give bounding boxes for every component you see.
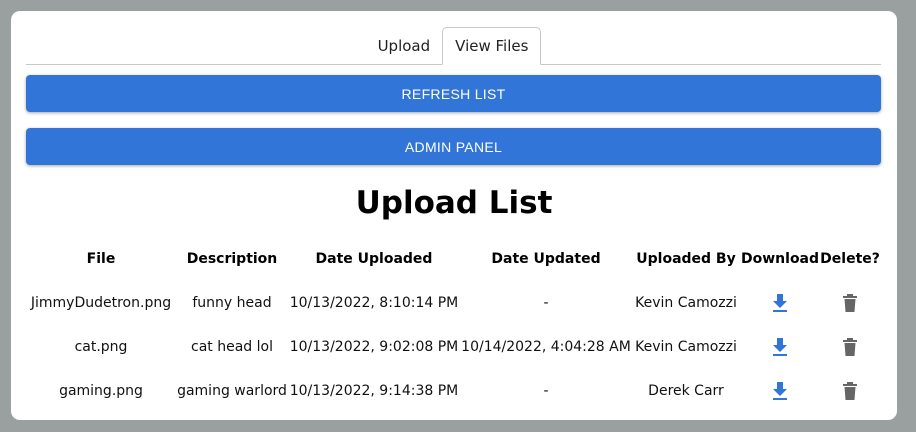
cell-date-uploaded: 10/13/2022, 9:02:08 PM [289, 339, 459, 355]
trash-icon[interactable] [842, 337, 858, 357]
trash-icon[interactable] [842, 381, 858, 401]
download-icon[interactable] [771, 337, 789, 357]
column-header-delete: Delete? [820, 251, 880, 267]
tab-upload[interactable]: Upload [366, 27, 443, 64]
cell-description: funny head [192, 295, 272, 311]
cell-delete [819, 281, 881, 325]
column-header-date-updated: Date Updated [491, 251, 601, 267]
cell-uploaded-by: Kevin Camozzi [635, 339, 737, 355]
cell-download [741, 369, 819, 413]
tab-bar: Upload View Files [26, 27, 881, 65]
trash-icon[interactable] [842, 293, 858, 313]
cell-uploaded-by: Kevin Camozzi [635, 295, 737, 311]
column-header-uploaded-by: Uploaded By [636, 251, 736, 267]
cell-date-uploaded: 10/13/2022, 9:14:38 PM [289, 383, 459, 399]
cell-file: JimmyDudetron.png [30, 295, 172, 311]
cell-uploaded-by: Derek Carr [648, 383, 724, 399]
cell-download [741, 325, 819, 369]
main-card: Upload View Files REFRESH LIST ADMIN PAN… [11, 11, 897, 420]
download-icon[interactable] [771, 293, 789, 313]
column-header-date-uploaded: Date Uploaded [315, 251, 433, 267]
download-icon[interactable] [771, 381, 789, 401]
cell-date-updated: - [543, 295, 549, 311]
cell-description: gaming warlord [177, 383, 287, 399]
refresh-list-button[interactable]: REFRESH LIST [26, 75, 881, 112]
cell-download [741, 281, 819, 325]
cell-file: gaming.png [59, 383, 143, 399]
cell-description: cat head lol [191, 339, 273, 355]
page-title: Upload List [355, 185, 553, 221]
column-header-file: File [86, 251, 116, 267]
column-header-download: Download [741, 251, 820, 267]
cell-delete [819, 325, 881, 369]
table-header-row: File Description Date Uploaded Date Upda… [25, 237, 881, 281]
table-row: JimmyDudetron.png funny head 10/13/2022,… [25, 281, 881, 325]
cell-delete [819, 369, 881, 413]
tab-view-files[interactable]: View Files [442, 27, 542, 65]
table-row: gaming.png gaming warlord 10/13/2022, 9:… [25, 369, 881, 413]
cell-date-uploaded: 10/13/2022, 8:10:14 PM [289, 295, 459, 311]
cell-date-updated: 10/14/2022, 4:04:28 AM [461, 339, 631, 355]
table-row: cat.png cat head lol 10/13/2022, 9:02:08… [25, 325, 881, 369]
cell-file: cat.png [74, 339, 128, 355]
cell-date-updated: - [543, 383, 549, 399]
column-header-description: Description [186, 251, 278, 267]
upload-table: File Description Date Uploaded Date Upda… [25, 237, 881, 413]
admin-panel-button[interactable]: ADMIN PANEL [26, 128, 881, 165]
